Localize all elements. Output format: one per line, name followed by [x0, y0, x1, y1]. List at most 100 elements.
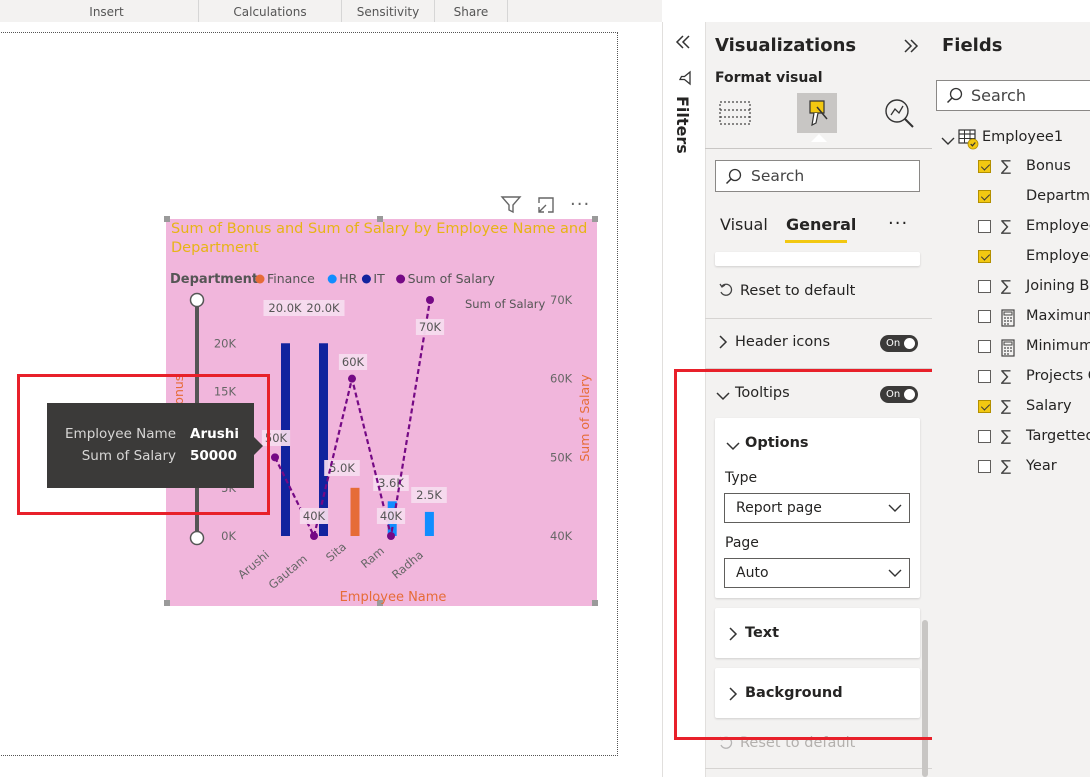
sigma-icon: ∑: [1001, 457, 1012, 475]
checkbox-unchecked[interactable]: [978, 430, 991, 443]
field-item[interactable]: Minimum: [978, 337, 1090, 359]
more-tabs-icon[interactable]: ···: [888, 213, 908, 234]
field-label: Employee: [1026, 218, 1090, 234]
left-axis-tick: 0K: [221, 529, 236, 543]
field-item[interactable]: ∑ Employee: [978, 217, 1090, 239]
checkbox-unchecked[interactable]: [978, 370, 991, 383]
checkbox-checked[interactable]: [978, 160, 991, 173]
checkbox-checked[interactable]: [978, 250, 991, 263]
field-label: Projects C: [1026, 368, 1090, 384]
chevron-down-icon[interactable]: [940, 132, 956, 151]
legend-item: Finance: [267, 271, 315, 286]
legend-marker: [255, 274, 265, 284]
expand-right-icon[interactable]: [902, 37, 920, 59]
search-icon: [725, 168, 742, 185]
checkbox-unchecked[interactable]: [978, 460, 991, 473]
table-employee1[interactable]: Employee1: [982, 129, 1063, 145]
reset-icon[interactable]: [718, 282, 734, 302]
right-axis-tick: 60K: [550, 372, 573, 386]
line-data-label: 40K: [380, 509, 403, 523]
filters-label[interactable]: Filters: [666, 96, 696, 166]
field-item[interactable]: Employee: [978, 247, 1090, 269]
header-icons-label[interactable]: Header icons: [735, 334, 830, 350]
format-visual-icon[interactable]: [797, 93, 837, 133]
tab-general[interactable]: General: [786, 215, 856, 234]
sigma-icon: ∑: [1001, 157, 1012, 175]
legend-item: IT: [373, 271, 385, 286]
legend-item: Sum of Salary: [408, 271, 496, 286]
header-icons-toggle[interactable]: On: [880, 335, 918, 352]
line-point: [348, 374, 356, 383]
chevron-right-icon[interactable]: [717, 334, 729, 354]
x-axis-category: Ram: [358, 544, 387, 571]
checkbox-unchecked[interactable]: [978, 340, 991, 353]
legend-marker: [327, 274, 337, 284]
field-item[interactable]: ∑ Bonus: [978, 157, 1090, 179]
field-item[interactable]: Departme: [978, 187, 1090, 209]
field-label: Year: [1026, 458, 1057, 474]
line-data-label: 70K: [419, 320, 442, 334]
fields-search-input[interactable]: Search: [936, 80, 1090, 111]
line-point: [310, 532, 318, 540]
field-label: Joining Bo: [1026, 278, 1090, 294]
field-item[interactable]: Maximum: [978, 307, 1090, 329]
field-item[interactable]: ∑ Joining Bo: [978, 277, 1090, 299]
field-label: Departme: [1026, 188, 1090, 204]
line-data-label: 40K: [303, 509, 326, 523]
field-item[interactable]: ∑ Salary: [978, 397, 1090, 419]
table-icon: [958, 128, 980, 156]
tab-visual[interactable]: Visual: [720, 215, 768, 234]
highlight-box-tooltip-settings: [674, 369, 964, 740]
x-axis-title: Employee Name: [340, 590, 447, 605]
line-point: [426, 296, 434, 304]
line-data-label: 60K: [342, 355, 365, 369]
range-slider-handle-bottom: [189, 530, 205, 546]
right-axis-title: Sum of Salary: [577, 374, 592, 462]
calculator-icon: [1001, 337, 1015, 359]
right-axis-tick: 50K: [550, 450, 573, 464]
tab-active-indicator: [785, 240, 847, 243]
format-search-placeholder: Search: [751, 167, 805, 185]
reset-to-default-link[interactable]: Reset to default: [740, 283, 855, 299]
format-visual-label: Format visual: [715, 70, 823, 86]
visualizations-title: Visualizations: [715, 35, 857, 56]
sigma-icon: ∑: [1001, 277, 1012, 295]
sigma-icon: ∑: [1001, 427, 1012, 445]
field-item[interactable]: ∑ Projects C: [978, 367, 1090, 389]
x-axis-category: Gautam: [266, 552, 310, 592]
analytics-icon[interactable]: [882, 96, 916, 134]
bar: [319, 343, 328, 536]
active-pointer: [811, 134, 827, 142]
right-axis-inner-label: Sum of Salary: [465, 297, 546, 311]
legend-marker: [396, 274, 406, 284]
x-axis-category: Radha: [389, 548, 426, 582]
checkbox-unchecked[interactable]: [978, 220, 991, 233]
bar-data-label: 20.0K: [306, 301, 340, 315]
field-item[interactable]: ∑ Year: [978, 457, 1090, 479]
bar-data-label: 20.0K: [268, 301, 302, 315]
properties-card-top: [715, 252, 920, 266]
field-label: Maximum: [1026, 308, 1090, 324]
bar-data-label: 2.5K: [416, 488, 442, 502]
checkbox-checked[interactable]: [978, 190, 991, 203]
divider: [705, 768, 932, 769]
x-axis-category: Sita: [323, 540, 349, 565]
checkbox-unchecked[interactable]: [978, 310, 991, 323]
build-visual-icon[interactable]: [718, 96, 752, 134]
filter-funnel-icon: [677, 70, 693, 90]
field-label: Employee: [1026, 248, 1090, 264]
fields-title: Fields: [942, 35, 1003, 56]
checkbox-checked[interactable]: [978, 400, 991, 413]
calculator-icon: [1001, 307, 1015, 329]
checkbox-unchecked[interactable]: [978, 280, 991, 293]
field-item[interactable]: ∑ Targetted: [978, 427, 1090, 449]
legend-marker: [361, 274, 371, 284]
field-label: Bonus: [1026, 158, 1071, 174]
format-search-input[interactable]: Search: [715, 160, 920, 192]
right-axis-tick: 70K: [550, 293, 573, 307]
collapse-left-icon[interactable]: [674, 32, 692, 56]
line-point: [271, 453, 279, 462]
sigma-icon: ∑: [1001, 367, 1012, 385]
divider: [705, 318, 932, 319]
legend-item: HR: [339, 271, 357, 286]
